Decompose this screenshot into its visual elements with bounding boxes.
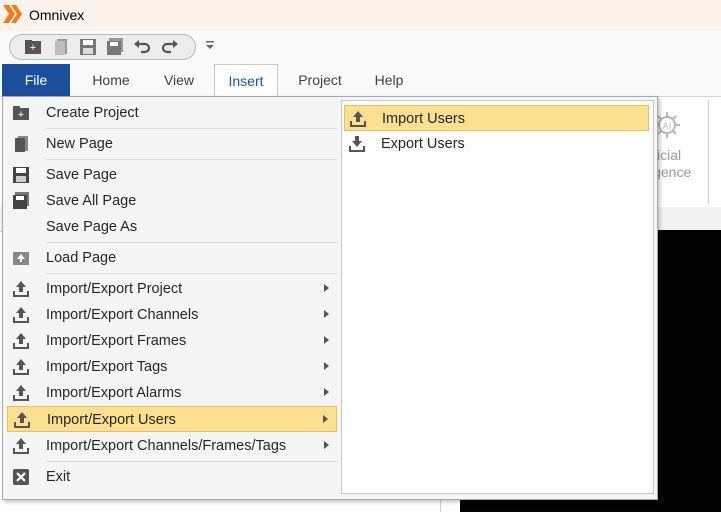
submenu-arrow-icon <box>324 388 329 396</box>
new-page-icon[interactable] <box>52 38 70 56</box>
menu-item-import-export-channels[interactable]: Import/Export Channels <box>7 302 337 328</box>
upload-icon <box>13 333 29 349</box>
tab-home[interactable]: Home <box>80 64 142 96</box>
svg-text:+: + <box>18 109 24 121</box>
menu-item-label: Import/Export Channels/Frames/Tags <box>46 438 287 454</box>
menu-item-import-export-tags[interactable]: Import/Export Tags <box>7 354 337 380</box>
menu-item-new-page[interactable]: New Page <box>7 131 337 157</box>
create-project-icon[interactable]: + <box>24 38 42 56</box>
menu-item-import-export-project[interactable]: Import/Export Project <box>7 276 337 302</box>
menu-item-import-users[interactable]: Import Users <box>344 105 649 131</box>
menu-item-export-users[interactable]: Export Users <box>344 131 649 157</box>
save-icon[interactable] <box>79 38 97 56</box>
upload-icon <box>13 307 29 323</box>
menu-item-label: Import/Export Users <box>47 412 176 428</box>
submenu-arrow-icon <box>323 415 328 423</box>
menu-item-save-page-as[interactable]: Save Page As <box>7 214 337 240</box>
upload-icon <box>13 359 29 375</box>
tab-file[interactable]: File <box>2 64 70 96</box>
quick-access-toolbar-row: + <box>0 31 721 64</box>
menu-item-label: Save Page As <box>46 219 138 235</box>
menu-item-import-export-frames[interactable]: Import/Export Frames <box>7 328 337 354</box>
menu-divider <box>46 273 337 274</box>
tab-project[interactable]: Project <box>285 64 355 96</box>
menu-item-exit[interactable]: Exit <box>7 464 337 490</box>
submenu-arrow-icon <box>324 310 329 318</box>
upload-icon <box>13 438 29 454</box>
tab-view[interactable]: View <box>150 64 208 96</box>
app-title: Omnivex <box>29 7 85 23</box>
menu-item-label: Import/Export Tags <box>46 359 168 375</box>
ribbon-separator <box>708 100 709 204</box>
svg-text:AI: AI <box>663 121 672 131</box>
customize-toolbar-icon[interactable] <box>205 39 215 51</box>
svg-text:+: + <box>30 42 36 54</box>
menu-divider <box>46 461 337 462</box>
download-icon <box>349 136 365 152</box>
quick-access-toolbar: + <box>9 34 196 60</box>
menu-item-label: Save All Page <box>46 193 137 209</box>
menu-item-save-all-page[interactable]: Save All Page <box>7 188 337 214</box>
menu-item-import-export-users[interactable]: Import/Export Users <box>7 406 337 432</box>
save-icon <box>13 167 29 183</box>
redo-icon[interactable] <box>161 38 179 56</box>
create-project-icon: + <box>13 106 29 121</box>
menu-divider <box>46 242 337 243</box>
undo-icon[interactable] <box>133 38 151 56</box>
new-page-icon <box>15 136 28 152</box>
load-page-icon <box>13 252 29 265</box>
upload-icon <box>350 111 366 127</box>
menu-item-label: Exit <box>46 469 71 485</box>
menu-item-label: Save Page <box>46 167 117 183</box>
menu-item-label: Import Users <box>382 111 465 127</box>
menu-item-create-project[interactable]: + Create Project <box>7 100 337 126</box>
menu-item-label: Export Users <box>381 136 465 152</box>
menu-item-import-export-alarms[interactable]: Import/Export Alarms <box>7 380 337 406</box>
left-panel <box>0 498 441 512</box>
file-menu-list: + Create Project New Page Save Page Save… <box>7 100 337 492</box>
exit-icon <box>13 469 29 485</box>
menu-item-label: New Page <box>46 136 113 152</box>
menu-item-load-page[interactable]: Load Page <box>7 245 337 271</box>
save-all-icon[interactable] <box>106 38 124 56</box>
upload-icon <box>13 385 29 401</box>
save-all-icon <box>13 192 29 209</box>
menu-item-import-export-channels-frames-tags[interactable]: Import/Export Channels/Frames/Tags <box>7 433 337 459</box>
menu-item-label: Create Project <box>46 105 139 121</box>
upload-icon <box>13 281 29 297</box>
file-menu: + Create Project New Page Save Page Save… <box>2 96 658 500</box>
submenu-arrow-icon <box>324 441 329 449</box>
import-export-users-submenu: Import Users Export Users <box>341 100 654 494</box>
tab-help[interactable]: Help <box>361 64 417 96</box>
menu-divider <box>46 159 337 160</box>
menu-item-label: Import/Export Frames <box>46 333 187 349</box>
upload-icon <box>14 412 30 428</box>
submenu-arrow-icon <box>324 284 329 292</box>
title-bar: Omnivex <box>0 0 721 31</box>
menu-item-label: Import/Export Alarms <box>46 385 182 401</box>
submenu-arrow-icon <box>324 336 329 344</box>
menu-item-label: Import/Export Project <box>46 281 183 297</box>
menu-item-label: Import/Export Channels <box>46 307 199 323</box>
menu-item-save-page[interactable]: Save Page <box>7 162 337 188</box>
menu-divider <box>46 128 337 129</box>
app-logo-icon <box>3 5 22 23</box>
ribbon-tab-bar: File Home View Insert Project Help <box>0 64 721 97</box>
tab-insert[interactable]: Insert <box>214 64 278 96</box>
submenu-arrow-icon <box>324 362 329 370</box>
menu-item-label: Load Page <box>46 250 117 266</box>
